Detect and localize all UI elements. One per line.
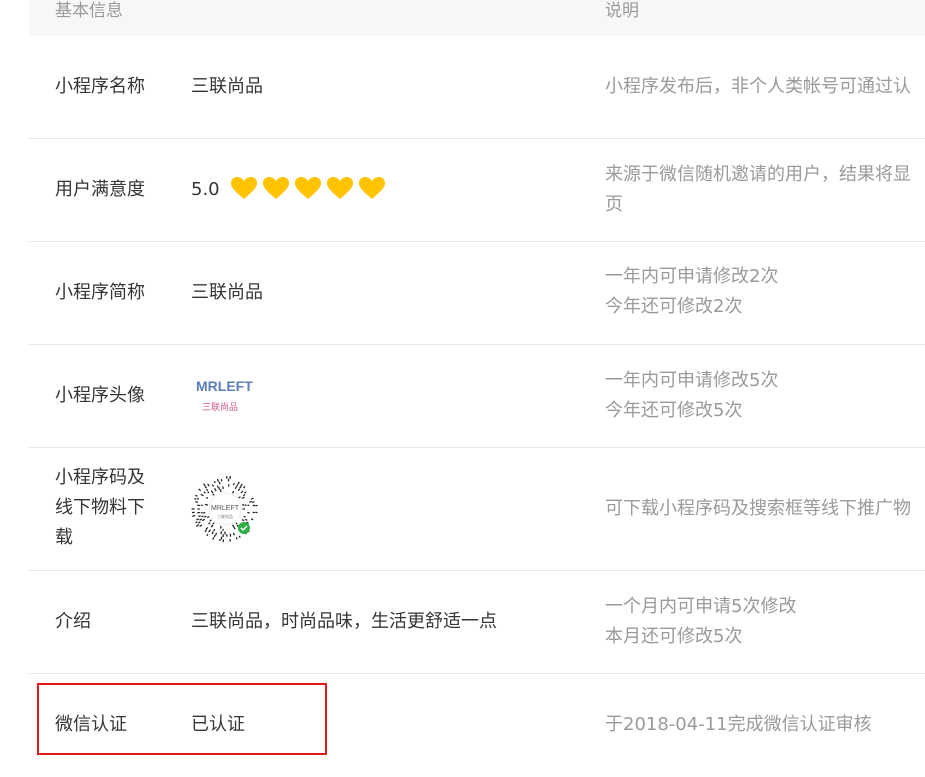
qr-dot	[204, 484, 205, 485]
heart-icon	[230, 176, 258, 200]
qr-dot	[241, 491, 242, 492]
row-label: 小程序名称	[55, 72, 145, 102]
heart-icon	[294, 176, 322, 200]
heart-icon	[358, 176, 386, 200]
row-label: 小程序码及	[55, 463, 145, 493]
row-label: 小程序简称	[55, 278, 145, 308]
qr-dot	[212, 525, 213, 526]
qr-dot	[200, 525, 202, 526]
row-desc-line: 小程序发布后，非个人类帐号可通过认	[605, 72, 911, 102]
qr-dot	[212, 532, 213, 534]
qr-dot	[208, 484, 209, 485]
qr-logo-text: MRLEFT	[211, 505, 240, 512]
mini-program-code[interactable]: MRLEFT 三联尚品	[191, 475, 259, 543]
qr-dot	[234, 533, 235, 535]
qr-dot	[237, 525, 238, 526]
qr-dot	[236, 523, 237, 524]
qr-dot	[200, 519, 201, 520]
row-desc-line: 页	[605, 190, 623, 220]
row-desc-line: 一年内可申请修改2次	[605, 262, 778, 292]
table-row-avatar: 小程序头像 MRLEFT 三联尚品 一年内可申请修改5次 今年还可修改5次	[29, 345, 925, 448]
avatar-logo-text: MRLEFT	[196, 378, 253, 394]
qr-dot	[205, 530, 206, 531]
qr-dot	[241, 484, 242, 485]
qr-dot	[199, 522, 200, 523]
qr-dot	[237, 485, 238, 486]
row-label: 载	[55, 523, 73, 553]
app-avatar: MRLEFT 三联尚品	[191, 371, 261, 421]
row-desc-line: 今年还可修改2次	[605, 292, 742, 322]
qr-dot	[238, 482, 239, 484]
table-row-app-name: 小程序名称 三联尚品 小程序发布后，非个人类帐号可通过认	[29, 36, 925, 139]
qr-dot	[208, 517, 209, 518]
row-desc-line: 一年内可申请修改5次	[605, 366, 778, 396]
row-desc-line: 一个月内可申请5次修改	[605, 592, 796, 622]
qr-dot	[197, 525, 199, 526]
satisfaction-value: 5.0	[191, 179, 220, 200]
qr-dot	[203, 520, 205, 521]
qr-dot	[205, 487, 206, 488]
qr-dot	[246, 520, 247, 521]
rating-hearts	[230, 176, 386, 200]
row-label: 小程序头像	[55, 381, 145, 411]
qr-dot	[196, 495, 197, 496]
qr-dot	[239, 489, 240, 490]
short-name-value: 三联尚品	[191, 278, 263, 308]
qr-dot	[216, 533, 217, 535]
qr-dot	[197, 519, 199, 520]
row-desc-line: 于2018-04-11完成微信认证审核	[605, 710, 872, 740]
table-row-intro: 介绍 三联尚品，时尚品味，生活更舒适一点 一个月内可申请5次修改 本月还可修改5…	[29, 571, 925, 674]
qr-dot	[215, 489, 216, 491]
row-label: 介绍	[55, 607, 91, 637]
row-label: 用户满意度	[55, 175, 145, 205]
qr-dot	[236, 487, 237, 488]
row-desc-line: 今年还可修改5次	[605, 396, 742, 426]
table-row-satisfaction: 用户满意度 5.0 来源于微信随机邀请的用户，结果将显 页	[29, 139, 925, 242]
qr-dot	[209, 523, 210, 524]
table-header: 基本信息 说明	[29, 0, 925, 36]
qr-dot	[208, 492, 209, 493]
satisfaction-score: 5.0	[191, 175, 386, 205]
table-row-qr-code: 小程序码及 线下物料下 载 MRLEFT 三联尚品 可下载小程序码及搜索框等线下…	[29, 448, 925, 571]
qr-dot	[213, 485, 214, 486]
qr-dot	[207, 489, 208, 490]
qr-dot	[233, 525, 234, 526]
qr-dot	[239, 497, 240, 498]
qr-dot	[211, 491, 212, 492]
header-description: 说明	[605, 0, 639, 22]
qr-dot	[252, 498, 254, 499]
qr-dot	[213, 494, 214, 495]
heart-icon	[326, 176, 354, 200]
intro-value: 三联尚品，时尚品味，生活更舒适一点	[191, 607, 497, 637]
qr-logo-sub: 三联尚品	[217, 513, 233, 519]
table-row-short-name: 小程序简称 三联尚品 一年内可申请修改2次 今年还可修改2次	[29, 242, 925, 345]
row-desc-line: 本月还可修改5次	[605, 622, 742, 652]
qr-dot	[243, 497, 244, 498]
qr-dot	[243, 520, 244, 521]
avatar-logo-sub: 三联尚品	[202, 401, 238, 413]
qr-dot	[213, 523, 214, 524]
row-desc-line: 可下载小程序码及搜索框等线下推广物	[605, 494, 911, 524]
qr-dot	[244, 487, 245, 488]
qr-dot	[201, 495, 203, 496]
qr-dot	[206, 528, 207, 529]
row-desc-line: 来源于微信随机邀请的用户，结果将显	[605, 160, 911, 190]
qr-dot	[240, 487, 241, 488]
qr-dot	[245, 492, 246, 493]
row-label: 线下物料下	[55, 493, 145, 523]
qr-dot	[244, 495, 245, 496]
basic-info-table: 基本信息 说明 小程序名称 三联尚品 小程序发布后，非个人类帐号可通过认 用户满…	[29, 0, 925, 777]
qr-dot	[233, 492, 234, 493]
app-name-value: 三联尚品	[191, 72, 263, 102]
qr-dot	[204, 492, 205, 493]
qr-dot	[209, 530, 210, 532]
highlight-annotation-box	[37, 683, 327, 755]
qr-dot	[210, 520, 211, 521]
qr-dot	[199, 489, 200, 490]
qr-dot	[234, 527, 235, 528]
header-basic-info: 基本信息	[55, 0, 123, 22]
heart-icon	[262, 176, 290, 200]
